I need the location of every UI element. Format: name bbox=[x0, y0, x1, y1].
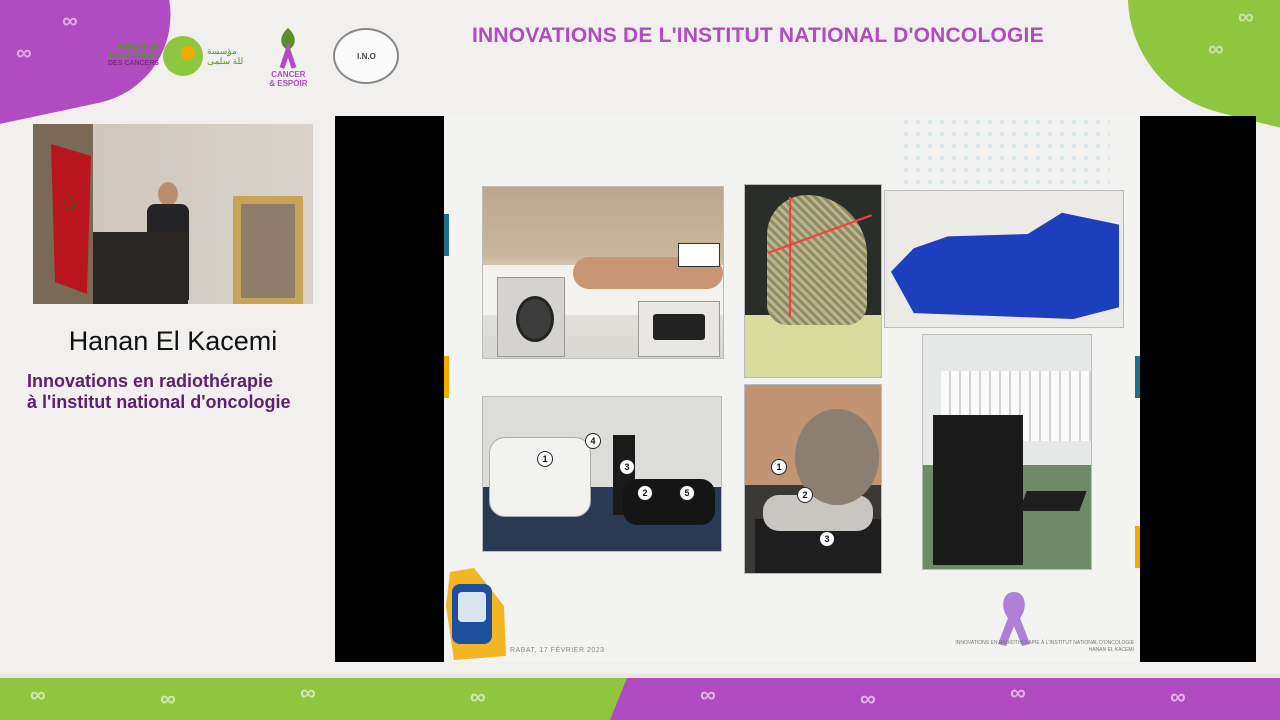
flag bbox=[51, 144, 91, 294]
photo-head-positioning: 1 2 3 bbox=[744, 384, 882, 574]
inset-watch bbox=[497, 277, 565, 357]
inset-device bbox=[638, 301, 720, 357]
marker-4: 4 bbox=[585, 433, 601, 449]
ribbon-icon: ∞ bbox=[30, 682, 46, 707]
marker-1: 1 bbox=[771, 459, 787, 475]
ribbon-icon: ∞ bbox=[1208, 36, 1224, 61]
ino-logo: I.N.O bbox=[333, 28, 400, 84]
logo-text: DES CANCERS bbox=[108, 60, 159, 67]
slide-footer-line: HANAN EL KACEMI bbox=[1088, 647, 1134, 653]
arabic-logo-text: مؤسسة للة سلمى bbox=[206, 46, 244, 66]
ribbon-icon: ∞ bbox=[470, 684, 486, 709]
logo-text: I.N.O bbox=[357, 51, 376, 61]
talk-title-line: Innovations en radiothérapie bbox=[27, 371, 274, 391]
cancer-espoir-logo: CANCER & ESPOIR bbox=[269, 24, 307, 88]
ribbon-icon: ∞ bbox=[700, 682, 716, 707]
partner-logos: FONDATION LALLA SALMA DES CANCERS مؤسسة ل… bbox=[108, 20, 400, 92]
speaker-video: ☆ bbox=[33, 124, 313, 304]
ribbon-icon: ∞ bbox=[1238, 4, 1254, 29]
awareness-ribbon-icon bbox=[998, 592, 1030, 646]
slide-edge-tab bbox=[444, 356, 449, 398]
ribbon-icon: ∞ bbox=[300, 680, 316, 705]
marker-2: 2 bbox=[637, 485, 653, 501]
slide-dot-pattern bbox=[900, 116, 1110, 186]
leaf-ribbon-icon bbox=[279, 28, 297, 69]
slide-footer-date: RABAT, 17 FÉVRIER 2023 bbox=[510, 647, 605, 654]
logo-text: FONDATION bbox=[117, 44, 159, 51]
logo-text: LALLA SALMA bbox=[109, 52, 159, 59]
ribbon-icon: ∞ bbox=[16, 40, 32, 65]
speaker-name: Hanan El Kacemi bbox=[68, 326, 278, 356]
presentation-slide: 1 4 3 2 5 1 2 3 RABAT, 17 FÉVRIER 2023 I… bbox=[444, 116, 1140, 662]
fondation-lalla-salma-logo: FONDATION LALLA SALMA DES CANCERS مؤسسة ل… bbox=[108, 36, 243, 76]
podium bbox=[93, 232, 188, 304]
slide-footer-line: INNOVATIONS EN RADIOTHÉRAPIE À L'INSTITU… bbox=[955, 640, 1134, 646]
slide-device-logo bbox=[446, 568, 506, 660]
ribbon-icon: ∞ bbox=[1010, 680, 1026, 705]
slide-edge-tab bbox=[444, 214, 449, 256]
logo-text: CANCER bbox=[271, 70, 306, 79]
ribbon-icon: ∞ bbox=[160, 686, 176, 711]
marker-3: 3 bbox=[619, 459, 635, 475]
photo-thermoplastic-mask bbox=[744, 184, 882, 378]
marker-5: 5 bbox=[679, 485, 695, 501]
slide-edge-tab bbox=[1135, 526, 1140, 568]
talk-title-line: à l'institut national d'oncologie bbox=[27, 392, 291, 412]
portrait bbox=[241, 204, 295, 298]
marker-2: 2 bbox=[797, 487, 813, 503]
photo-vacuum-cushion bbox=[884, 190, 1124, 328]
banner-title: INNOVATIONS DE L'INSTITUT NATIONAL D'ONC… bbox=[472, 24, 1044, 47]
photo-immobilization-system: 1 4 3 2 5 bbox=[482, 396, 722, 552]
slide-footer-title: INNOVATIONS EN RADIOTHÉRAPIE À L'INSTITU… bbox=[942, 640, 1134, 654]
ribbon-pattern: ∞ ∞ ∞ ∞ ∞ ∞ ∞ ∞ bbox=[0, 676, 1280, 720]
marker-3: 3 bbox=[819, 531, 835, 547]
slide-edge-tab bbox=[1135, 356, 1140, 398]
photo-abdominal-compression-belt bbox=[482, 186, 724, 359]
ribbon-icon: ∞ bbox=[860, 686, 876, 711]
ribbon-icon: ∞ bbox=[1170, 684, 1186, 709]
photo-breast-board-room bbox=[922, 334, 1092, 570]
marker-1: 1 bbox=[537, 451, 553, 467]
ribbon-icon: ∞ bbox=[62, 8, 78, 33]
star-icon: ☆ bbox=[61, 191, 81, 216]
logo-text: & ESPOIR bbox=[269, 79, 308, 88]
sun-logo-icon bbox=[162, 36, 203, 76]
talk-title: Innovations en radiothérapie à l'institu… bbox=[27, 371, 291, 413]
